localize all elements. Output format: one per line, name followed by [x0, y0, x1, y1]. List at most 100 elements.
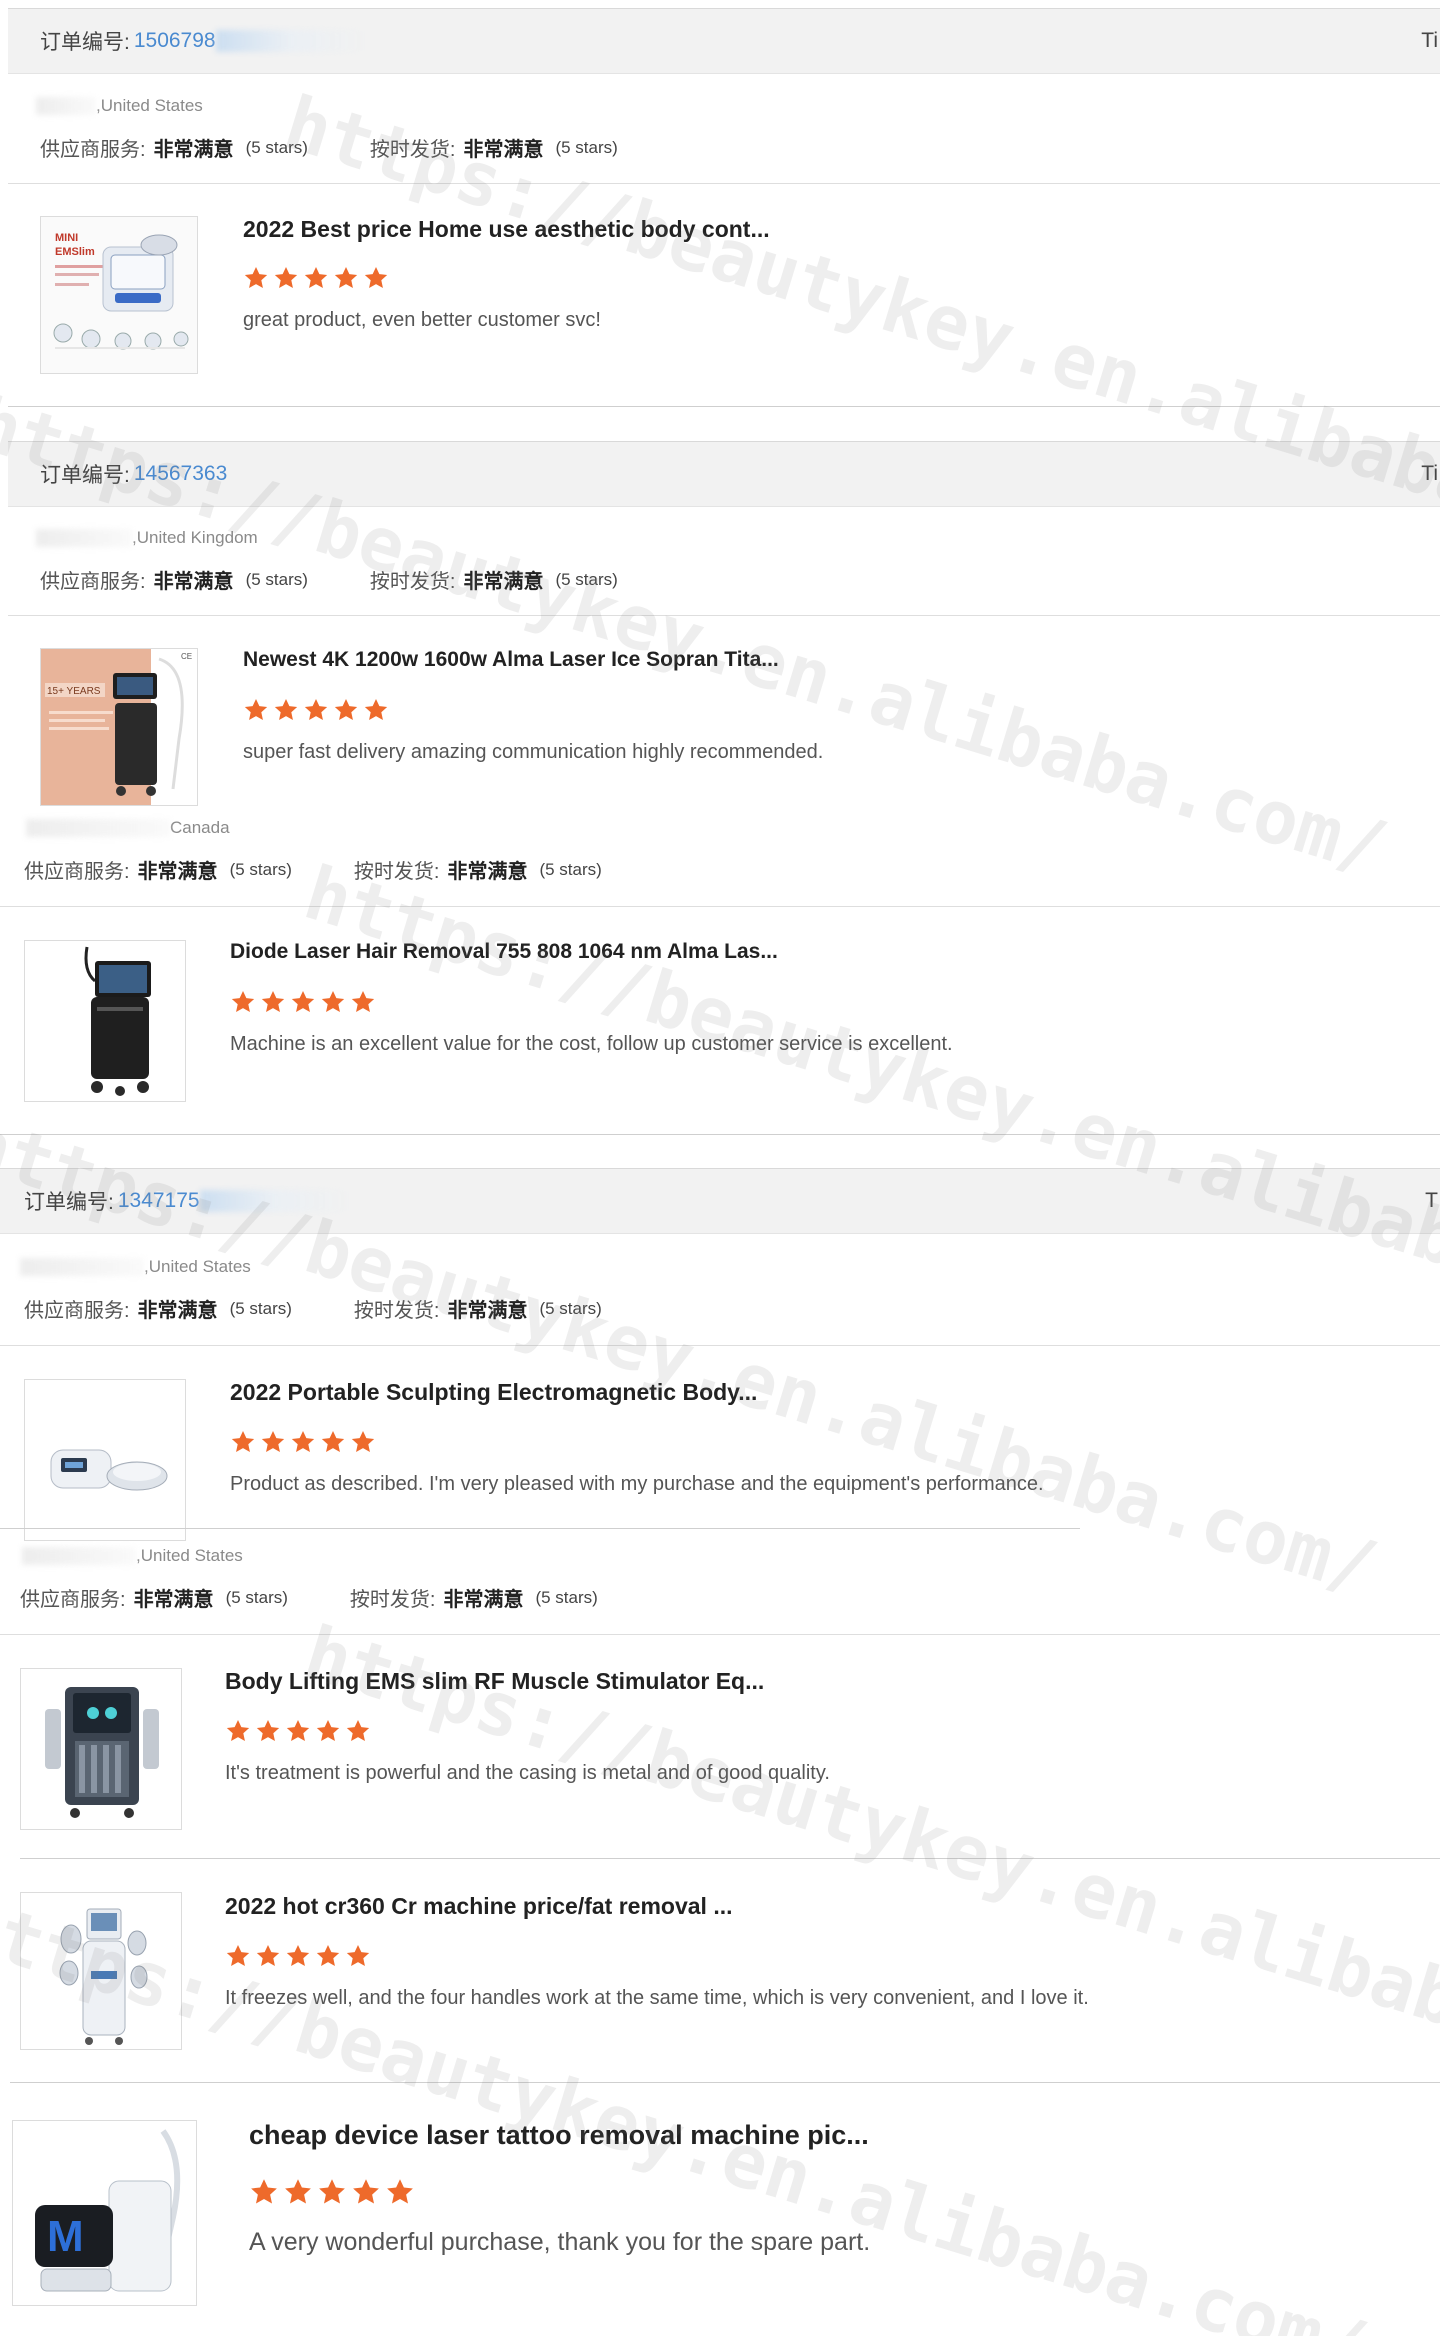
shipping-value: 非常满意 [447, 1300, 528, 1322]
review-page: 订单编号: 1506798 Ti ,United States 供应商服务: 非… [0, 0, 1440, 2336]
buyer-country: ,United States [144, 1257, 251, 1276]
shipping-label: 按时发货: [353, 1300, 440, 1322]
star-rating [230, 989, 376, 1015]
supplier-service-label: 供应商服务: [24, 1300, 130, 1322]
divider [20, 1858, 1440, 1859]
product-thumbnail[interactable]: 15+ YEARS CE [40, 648, 198, 806]
order-time-label: Ti [1421, 29, 1438, 52]
product-title-link[interactable]: 2022 Portable Sculpting Electromagnetic … [230, 1379, 757, 1406]
star-icon [346, 1719, 370, 1741]
order-number-link[interactable]: 1506798 [134, 29, 216, 53]
order-label: 订单编号: [24, 1191, 114, 1214]
star-rating [249, 2177, 415, 2207]
star-rating [230, 1429, 376, 1455]
star-icon [346, 1944, 370, 1966]
star-icon [261, 1430, 285, 1452]
seller-rating-row: 供应商服务: 非常满意 (5 stars) 按时发货: 非常满意 (5 star… [24, 1294, 602, 1323]
shipping-value: 非常满意 [463, 139, 544, 161]
shipping-stars: (5 stars) [539, 859, 602, 879]
star-icon [291, 990, 315, 1012]
review-comment: super fast delivery amazing communicatio… [243, 741, 824, 763]
buyer-location: ,United States [20, 1257, 251, 1277]
order-number-link[interactable]: 1347175 [118, 1189, 200, 1213]
star-icon [321, 1430, 345, 1452]
star-icon [226, 1719, 250, 1741]
emslim-product-image: MINI EMSlim [41, 217, 197, 373]
watermark: https://beautykey.en.alibaba.com/ [0, 1880, 1376, 2336]
svg-text:EMSlim: EMSlim [55, 246, 95, 258]
star-icon [364, 698, 388, 720]
star-icon [387, 2179, 413, 2204]
shipping-label: 按时发货: [353, 861, 440, 883]
shipping-stars: (5 stars) [539, 1298, 602, 1318]
seller-rating-row: 供应商服务: 非常满意 (5 stars) 按时发货: 非常满意 (5 star… [40, 133, 618, 162]
star-icon [274, 698, 298, 720]
product-thumbnail[interactable]: M [12, 2120, 197, 2306]
supplier-service-value: 非常满意 [133, 1589, 214, 1611]
redaction-blur [199, 1190, 350, 1212]
buyer-location: Canada [26, 818, 230, 838]
product-title-link[interactable]: 2022 hot cr360 Cr machine price/fat remo… [225, 1893, 733, 1920]
star-rating [225, 1718, 371, 1744]
star-icon [316, 1719, 340, 1741]
order-label: 订单编号: [40, 31, 130, 54]
shipping-value: 非常满意 [463, 571, 544, 593]
buyer-country: Canada [170, 818, 230, 837]
product-title-link[interactable]: 2022 Best price Home use aesthetic body … [243, 216, 770, 243]
product-thumbnail[interactable] [24, 1379, 186, 1541]
svg-text:CE: CE [181, 652, 192, 661]
star-icon [285, 2179, 311, 2204]
star-rating [243, 697, 389, 723]
order-time-label: T [1425, 1189, 1438, 1212]
star-icon [351, 990, 375, 1012]
redaction-blur [22, 1547, 136, 1565]
redaction-blur [20, 1258, 144, 1276]
shipping-stars: (5 stars) [535, 1587, 598, 1607]
shipping-value: 非常满意 [443, 1589, 524, 1611]
product-thumbnail[interactable] [24, 940, 186, 1102]
star-icon [261, 990, 285, 1012]
supplier-service-value: 非常满意 [137, 861, 218, 883]
review-comment: It's treatment is powerful and the casin… [225, 1762, 830, 1784]
product-thumbnail[interactable]: MINI EMSlim [40, 216, 198, 374]
product-thumbnail[interactable] [20, 1668, 182, 1830]
ems-slim-product-image [21, 1669, 181, 1829]
star-icon [364, 266, 388, 288]
star-rating [243, 265, 389, 291]
review-comment: It freezes well, and the four handles wo… [225, 1987, 1089, 2009]
star-icon [291, 1430, 315, 1452]
review-comment: Product as described. I'm very pleased w… [230, 1473, 1044, 1495]
review-comment: great product, even better customer svc! [243, 309, 601, 331]
redaction-blur [215, 30, 366, 52]
divider [0, 906, 1440, 907]
order-label: 订单编号: [40, 464, 130, 487]
product-title-link[interactable]: cheap device laser tattoo removal machin… [249, 2120, 869, 2151]
divider [0, 1634, 1440, 1635]
star-icon [231, 1430, 255, 1452]
review-comment: A very wonderful purchase, thank you for… [249, 2228, 871, 2256]
review-comment: Machine is an excellent value for the co… [230, 1033, 953, 1055]
product-thumbnail[interactable] [20, 1892, 182, 2050]
star-icon [244, 266, 268, 288]
divider [0, 1134, 1440, 1135]
product-title-link[interactable]: Diode Laser Hair Removal 755 808 1064 nm… [230, 940, 778, 964]
product-title-link[interactable]: Body Lifting EMS slim RF Muscle Stimulat… [225, 1668, 764, 1695]
seller-rating-row: 供应商服务: 非常满意 (5 stars) 按时发货: 非常满意 (5 star… [40, 565, 618, 594]
redaction-blur [36, 529, 132, 547]
svg-text:15+ YEARS: 15+ YEARS [47, 686, 101, 697]
star-icon [274, 266, 298, 288]
seller-rating-row: 供应商服务: 非常满意 (5 stars) 按时发货: 非常满意 (5 star… [20, 1583, 598, 1612]
order-number-link[interactable]: 14567363 [134, 462, 227, 486]
star-icon [251, 2179, 277, 2204]
divider [8, 615, 1440, 616]
star-icon [231, 990, 255, 1012]
product-title-link[interactable]: Newest 4K 1200w 1600w Alma Laser Ice Sop… [243, 648, 779, 672]
buyer-location: ,United States [36, 96, 203, 116]
buyer-country: ,United Kingdom [132, 528, 258, 547]
star-icon [286, 1944, 310, 1966]
supplier-service-stars: (5 stars) [225, 1587, 288, 1607]
redaction-blur [36, 97, 96, 115]
star-icon [321, 990, 345, 1012]
supplier-service-label: 供应商服务: [24, 861, 130, 883]
star-rating [225, 1943, 371, 1969]
